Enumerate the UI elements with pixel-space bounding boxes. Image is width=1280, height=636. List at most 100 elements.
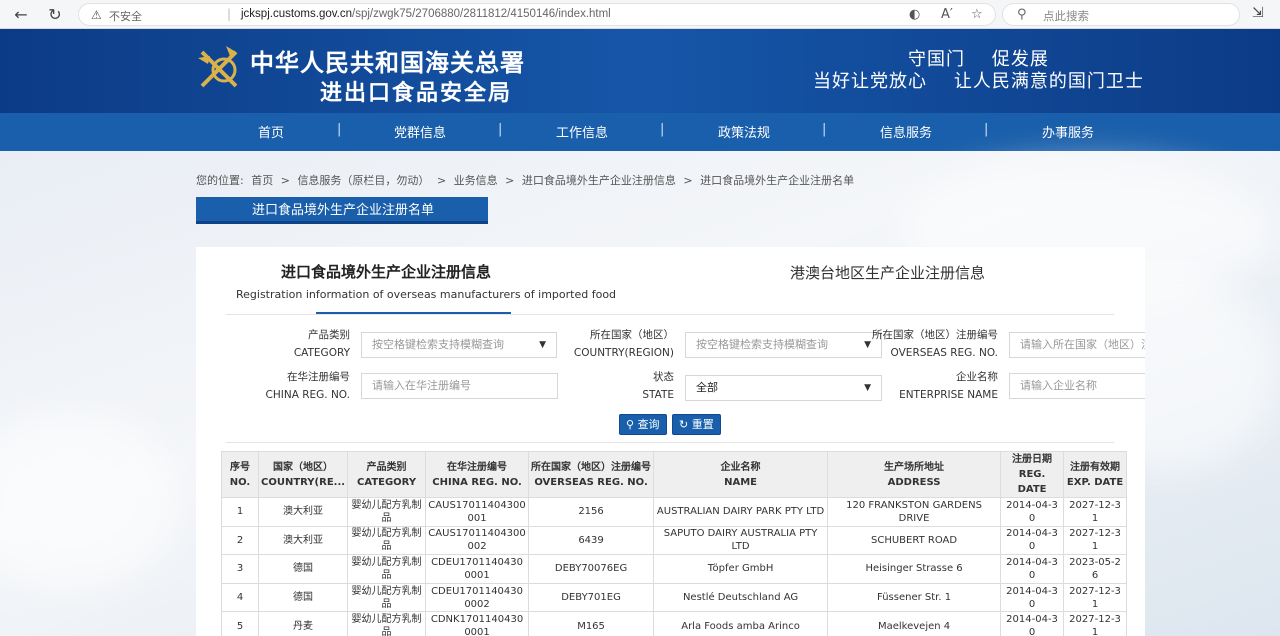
breadcrumb-current: 进口食品境外生产企业注册名单	[700, 174, 855, 187]
cell-china-reg: CDEU17011404300002	[425, 582, 530, 613]
china-reg-label-zh: 在华注册编号	[287, 371, 350, 383]
org-title: 中华人民共和国海关总署	[250, 48, 525, 77]
overseas-reg-placeholder: 请输入所在国家（地区）注册编号	[1020, 338, 1145, 351]
category-placeholder: 按空格键检索支持模糊查询	[372, 338, 504, 351]
header-en: COUNTRY(RE...	[261, 476, 346, 488]
china-reg-placeholder: 请输入在华注册编号	[372, 379, 471, 392]
country-label: 所在国家（地区） COUNTRY(REGION)	[570, 327, 674, 361]
insecure-label[interactable]: 不安全	[109, 8, 142, 24]
reset-button[interactable]: ↻ 重置	[672, 414, 721, 435]
customs-emblem-icon	[198, 46, 238, 88]
query-button[interactable]: ⚲ 查询	[619, 414, 667, 435]
cell-address: Füssener Str. 1	[827, 582, 1002, 613]
address-separator: |	[227, 7, 232, 21]
state-select[interactable]: 全部 ▼	[685, 375, 882, 401]
address-bar[interactable]: ⚠ 不安全 | jckspj.customs.gov.cn/spj/zwgk75…	[78, 3, 996, 26]
cell-no: 5	[221, 611, 259, 636]
header-address[interactable]: 生产场所地址 ADDRESS	[827, 451, 1002, 498]
category-label: 产品类别 CATEGORY	[246, 327, 350, 361]
cell-name: Nestlé Deutschland AG	[653, 582, 829, 613]
state-label-en: STATE	[642, 389, 674, 401]
cell-exp-date: 2027-12-31	[1063, 497, 1128, 527]
site-header: 中华人民共和国海关总署 进出口食品安全局 守国门 促发展 当好让党放心 让人民满…	[0, 29, 1280, 113]
header-zh: 国家（地区）	[273, 461, 334, 473]
back-arrow-icon[interactable]: ←	[10, 4, 32, 26]
cell-china-reg: CAUS17011404300001	[425, 497, 530, 527]
tab-overseas-zh: 进口食品境外生产企业注册信息	[280, 263, 491, 281]
country-select[interactable]: 按空格键检索支持模糊查询 ▼	[685, 332, 882, 358]
nav-item-work[interactable]: 工作信息	[556, 122, 608, 141]
cell-exp-date: 2027-12-31	[1063, 611, 1128, 636]
cell-no: 1	[221, 497, 259, 527]
overseas-reg-input[interactable]: 请输入所在国家（地区）注册编号	[1009, 332, 1145, 358]
enterprise-input[interactable]: 请输入企业名称	[1009, 373, 1145, 399]
results-divider	[226, 442, 1114, 443]
header-name[interactable]: 企业名称 NAME	[653, 451, 829, 498]
nav-item-party[interactable]: 党群信息	[394, 122, 446, 141]
nav-item-info[interactable]: 信息服务	[880, 122, 932, 141]
header-no[interactable]: 序号 NO.	[221, 451, 259, 498]
state-label: 状态 STATE	[570, 369, 674, 403]
cell-exp-date: 2027-12-31	[1063, 525, 1128, 556]
header-china-reg[interactable]: 在华注册编号 CHINA REG. NO.	[425, 451, 530, 498]
table-row[interactable]: 4 德国 婴幼儿配方乳制品 CDEU17011404300002 DEBY701…	[221, 582, 1128, 613]
cell-address: SCHUBERT ROAD	[827, 525, 1002, 556]
category-select[interactable]: 按空格键检索支持模糊查询 ▼	[361, 332, 557, 358]
table-row[interactable]: 1 澳大利亚 婴幼儿配方乳制品 CAUS17011404300001 2156 …	[221, 497, 1128, 527]
tab-hk-macao-taiwan[interactable]: 港澳台地区生产企业注册信息	[790, 262, 985, 283]
header-country[interactable]: 国家（地区） COUNTRY(RE...	[257, 451, 349, 498]
state-label-zh: 状态	[653, 371, 674, 383]
tab-overseas-registration[interactable]: 进口食品境外生产企业注册信息 Registration information …	[236, 261, 616, 301]
search-icon: ⚲	[626, 418, 635, 431]
china-reg-input[interactable]: 请输入在华注册编号	[361, 373, 558, 399]
table-row[interactable]: 2 澳大利亚 婴幼儿配方乳制品 CAUS17011404300002 6439 …	[221, 525, 1128, 556]
browser-search-box[interactable]: ⚲ 点此搜索	[1002, 3, 1240, 26]
cell-address: Heisinger Strasse 6	[827, 554, 1002, 584]
cell-china-reg: CDNK17011404300001	[425, 611, 530, 636]
table-row[interactable]: 3 德国 婴幼儿配方乳制品 CDEU17011404300001 DEBY700…	[221, 554, 1128, 584]
nav-item-policy[interactable]: 政策法规	[718, 122, 770, 141]
country-placeholder: 按空格键检索支持模糊查询	[696, 338, 828, 351]
cell-country: 澳大利亚	[257, 497, 349, 527]
cell-overseas-reg: DEBY70076EG	[528, 554, 655, 584]
header-category[interactable]: 产品类别 CATEGORY	[347, 451, 427, 498]
breadcrumb-business-info[interactable]: 业务信息	[454, 174, 498, 187]
state-selected-value: 全部	[696, 381, 718, 394]
cell-category: 婴幼儿配方乳制品	[347, 582, 427, 613]
cell-overseas-reg: 6439	[528, 525, 655, 556]
header-exp-date[interactable]: 注册有效期 EXP. DATE	[1063, 451, 1128, 498]
translate-icon[interactable]: ◐	[909, 7, 920, 22]
enterprise-placeholder: 请输入企业名称	[1020, 379, 1097, 392]
breadcrumb-separator: >	[683, 174, 693, 187]
read-aloud-icon[interactable]: A′	[941, 7, 953, 22]
url-text[interactable]: jckspj.customs.gov.cn/spj/zwgk75/2706880…	[241, 8, 611, 20]
overseas-reg-label-zh: 所在国家（地区）注册编号	[872, 329, 998, 341]
browser-toolbar: ← ↻ ⚠ 不安全 | jckspj.customs.gov.cn/spj/zw…	[0, 0, 1280, 29]
cell-country: 丹麦	[257, 611, 349, 636]
breadcrumb-info-service[interactable]: 信息服务（原栏目，勿动）	[297, 174, 429, 187]
cell-reg-date: 2014-04-30	[1000, 497, 1065, 527]
cell-reg-date: 2014-04-30	[1000, 611, 1065, 636]
header-overseas-reg[interactable]: 所在国家（地区）注册编号 OVERSEAS REG. NO.	[528, 451, 655, 498]
favorite-star-icon[interactable]: ☆	[971, 7, 983, 22]
table-row[interactable]: 5 丹麦 婴幼儿配方乳制品 CDNK17011404300001 M165 Ar…	[221, 611, 1128, 636]
cell-address: Maelkevejen 4	[827, 611, 1002, 636]
nav-item-services[interactable]: 办事服务	[1042, 122, 1094, 141]
header-reg-date[interactable]: 注册日期 REG. DATE	[1000, 451, 1065, 498]
extensions-icon[interactable]: ⇲	[1252, 5, 1264, 21]
warning-icon[interactable]: ⚠	[91, 8, 102, 22]
active-tab-underline	[316, 312, 511, 314]
reload-icon[interactable]: ↻	[44, 4, 66, 26]
breadcrumb-home[interactable]: 首页	[251, 174, 273, 187]
breadcrumb-registration-info[interactable]: 进口食品境外生产企业注册信息	[522, 174, 676, 187]
nav-item-home[interactable]: 首页	[258, 122, 284, 141]
category-label-zh: 产品类别	[308, 329, 350, 341]
slogan-line-2: 当好让党放心 让人民满意的国门卫士	[813, 71, 1144, 92]
country-label-en: COUNTRY(REGION)	[573, 347, 674, 359]
cell-overseas-reg: 2156	[528, 497, 655, 527]
nav-divider: |	[498, 122, 503, 137]
cell-reg-date: 2014-04-30	[1000, 525, 1065, 556]
cell-category: 婴幼儿配方乳制品	[347, 554, 427, 584]
cell-no: 2	[221, 525, 259, 556]
cell-country: 德国	[257, 554, 349, 584]
